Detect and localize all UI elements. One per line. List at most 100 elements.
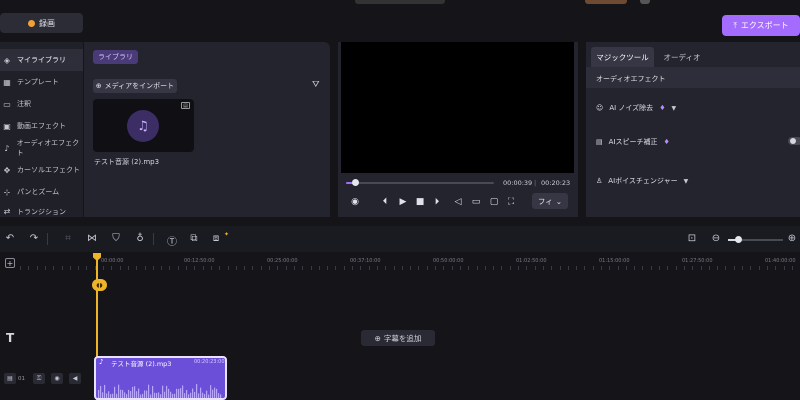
top-thumbnail[interactable] bbox=[585, 0, 627, 4]
sidebar-item-label: オーディオエフェクト bbox=[16, 139, 80, 157]
audio-waveform bbox=[98, 384, 222, 398]
sidebar-item-cursor-effect[interactable]: ✥ カーソルエフェクト bbox=[0, 159, 83, 181]
ruler-tick bbox=[236, 266, 237, 270]
crop-icon[interactable]: ⌗ bbox=[62, 233, 74, 244]
sidebar: ◈ マイライブラリ ▦ テンプレート ▭ 注釈 ▣ 動画エフェクト ♪ オーディ… bbox=[0, 42, 83, 217]
step-forward-icon[interactable]: ⏵ bbox=[431, 197, 443, 207]
ruler-tick bbox=[86, 266, 87, 270]
ruler-tick bbox=[394, 266, 395, 270]
waveform-bar bbox=[130, 391, 132, 398]
ruler-tick bbox=[692, 266, 693, 270]
fit-timeline-icon[interactable]: ⊡ bbox=[686, 233, 698, 244]
template-icon: ▦ bbox=[3, 77, 11, 87]
waveform-bar bbox=[168, 388, 170, 398]
effect-tool-icon[interactable]: ⧈ bbox=[210, 233, 222, 244]
sidebar-item-label: マイライブラリ bbox=[17, 56, 66, 64]
ruler-tick bbox=[111, 266, 112, 270]
waveform-bar bbox=[134, 386, 136, 398]
volume-icon[interactable]: ◁ bbox=[452, 197, 464, 207]
ruler-tick bbox=[261, 266, 262, 270]
sidebar-item-pan-zoom[interactable]: ⊹ パンとズーム bbox=[0, 181, 83, 203]
filter-icon[interactable]: ⛛ bbox=[312, 80, 322, 90]
import-media-button[interactable]: ⊕ メディアをインポート bbox=[93, 79, 177, 93]
ai-speech-enhance-item[interactable]: ▤ AIスピーチ補正 ♦ bbox=[596, 137, 670, 147]
sidebar-item-my-library[interactable]: ◈ マイライブラリ bbox=[0, 49, 83, 71]
sidebar-item-audio-effect[interactable]: ♪ オーディオエフェクト bbox=[0, 137, 83, 159]
record-button[interactable]: 録画 bbox=[0, 13, 83, 33]
step-back-icon[interactable]: ⏴ bbox=[379, 197, 391, 207]
ai-noise-removal-item[interactable]: ☺ AI ノイズ除去 ♦ ▼ bbox=[596, 103, 676, 113]
sidebar-item-annotation[interactable]: ▭ 注釈 bbox=[0, 93, 83, 115]
ruler-tick bbox=[642, 266, 643, 270]
sidebar-item-template[interactable]: ▦ テンプレート bbox=[0, 71, 83, 93]
media-tool-icon[interactable]: ⧉ bbox=[188, 233, 200, 244]
waveform-bar bbox=[198, 393, 200, 398]
ruler-tick bbox=[244, 266, 245, 270]
add-caption-button[interactable]: ⊕ 字幕を追加 bbox=[361, 330, 435, 346]
sidebar-item-video-effect[interactable]: ▣ 動画エフェクト bbox=[0, 115, 83, 137]
ruler-tick bbox=[128, 266, 129, 270]
fullscreen-icon[interactable]: ⛶ bbox=[505, 197, 517, 207]
zoom-out-icon[interactable]: ⊖ bbox=[710, 233, 722, 244]
mute-icon[interactable]: ◀ bbox=[69, 373, 81, 384]
ruler-tick bbox=[551, 266, 552, 270]
waveform-bar bbox=[192, 388, 194, 398]
tab-magic-tools[interactable]: マジックツール bbox=[591, 47, 654, 67]
waveform-bar bbox=[200, 387, 202, 398]
waveform-bar bbox=[178, 388, 180, 398]
ruler-label: 00:12:50:00 bbox=[184, 258, 215, 264]
ruler-label: 00:25:00:00 bbox=[267, 258, 298, 264]
sidebar-item-label: トランジション bbox=[17, 208, 66, 216]
waveform-bar bbox=[194, 391, 196, 398]
ai-voice-changer-item[interactable]: ♙ AIボイスチェンジャー ▼ bbox=[596, 176, 688, 186]
redo-icon[interactable]: ↷ bbox=[28, 233, 40, 244]
fit-label: フィ bbox=[537, 196, 553, 206]
zoom-slider-handle[interactable] bbox=[735, 236, 742, 243]
ruler-tick bbox=[28, 266, 29, 270]
ruler-tick bbox=[319, 266, 320, 270]
split-icon[interactable]: ⋈ bbox=[86, 233, 98, 244]
waveform-bar bbox=[212, 389, 214, 398]
ruler-tick bbox=[360, 266, 361, 270]
ruler-tick bbox=[352, 266, 353, 270]
ruler-tick bbox=[501, 266, 502, 270]
screenshot-icon[interactable]: ◉ bbox=[349, 197, 361, 207]
visibility-icon[interactable]: ◉ bbox=[51, 373, 63, 384]
aspect-ratio-icon[interactable]: ▢ bbox=[488, 197, 500, 207]
waveform-bar bbox=[170, 391, 172, 398]
playhead-marker[interactable]: ◖◗ bbox=[92, 279, 107, 291]
clip-name: テスト音源 (2).mp3 bbox=[111, 360, 172, 368]
fit-select[interactable]: フィ ⌄ bbox=[532, 193, 568, 209]
sidebar-item-transition[interactable]: ⇄ トランジション bbox=[0, 203, 83, 217]
stop-icon[interactable]: ■ bbox=[414, 197, 426, 207]
add-track-icon[interactable]: + bbox=[5, 258, 15, 268]
ruler-tick bbox=[452, 266, 453, 270]
waveform-bar bbox=[100, 385, 102, 398]
top-avatar[interactable] bbox=[640, 0, 650, 4]
zoom-in-icon[interactable]: ⊕ bbox=[786, 233, 798, 244]
microphone-icon[interactable]: ♁ bbox=[134, 233, 146, 244]
lock-icon[interactable]: ⚿ bbox=[33, 373, 45, 384]
ruler-tick bbox=[20, 266, 21, 270]
waveform-bar bbox=[166, 385, 168, 398]
music-note-icon: ♫ bbox=[127, 110, 159, 142]
ruler-tick bbox=[161, 266, 162, 270]
text-tool-icon[interactable]: Ⓣ bbox=[166, 233, 178, 248]
tab-library[interactable]: ライブラリ bbox=[93, 50, 138, 64]
subtitle-icon[interactable]: ▭ bbox=[470, 197, 482, 207]
ruler-tick bbox=[584, 266, 585, 270]
ruler-tick bbox=[269, 266, 270, 270]
video-canvas[interactable] bbox=[341, 42, 574, 173]
export-button[interactable]: ⤒ エクスポート bbox=[722, 15, 800, 36]
tab-audio[interactable]: オーディオ bbox=[662, 47, 702, 67]
clip-duration: 00:20:23:00 bbox=[194, 359, 225, 365]
marker-icon[interactable]: ⛉ bbox=[110, 233, 122, 244]
waveform-bar bbox=[108, 391, 110, 398]
ruler-tick bbox=[169, 266, 170, 270]
waveform-bar bbox=[136, 391, 138, 398]
ai-voice-changer-label: AIボイスチェンジャー bbox=[608, 177, 678, 185]
preview-scrubber[interactable] bbox=[346, 182, 494, 184]
waveform-bar bbox=[124, 392, 126, 398]
play-icon[interactable]: ▶ bbox=[397, 197, 409, 207]
undo-icon[interactable]: ↶ bbox=[4, 233, 16, 244]
